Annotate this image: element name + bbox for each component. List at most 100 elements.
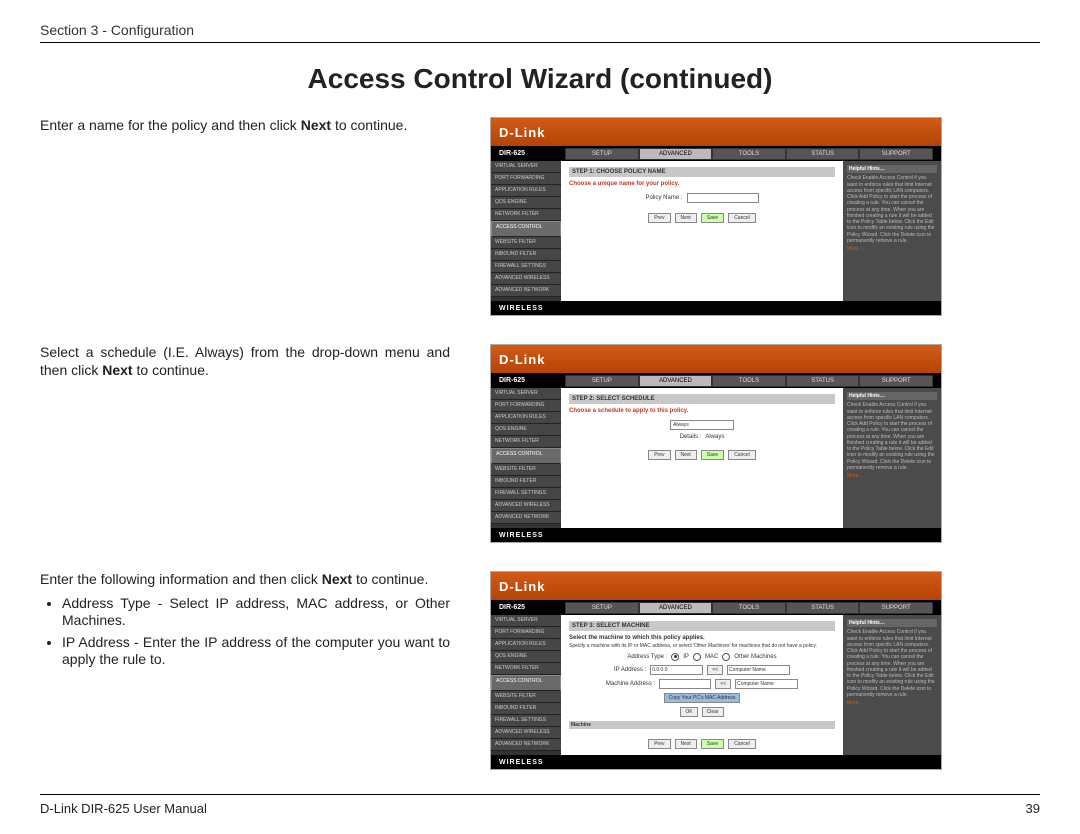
side-nav: VIRTUAL SERVER PORT FORWARDING APPLICATI… bbox=[491, 161, 561, 301]
nav-website-filter[interactable]: WEBSITE FILTER bbox=[491, 464, 561, 476]
step1-intro-before: Enter a name for the policy and then cli… bbox=[40, 117, 301, 133]
save-button[interactable]: Save bbox=[701, 450, 724, 460]
prev-button[interactable]: Prev bbox=[648, 739, 670, 749]
nav-virtual-server[interactable]: VIRTUAL SERVER bbox=[491, 615, 561, 627]
schedule-select[interactable]: Always bbox=[670, 420, 734, 430]
next-button[interactable]: Next bbox=[675, 450, 697, 460]
tab-status[interactable]: STATUS bbox=[786, 375, 860, 387]
nav-firewall-settings[interactable]: FIREWALL SETTINGS bbox=[491, 715, 561, 727]
ok-button[interactable]: OK bbox=[680, 707, 697, 717]
nav-tabs: SETUP ADVANCED TOOLS STATUS SUPPORT bbox=[565, 602, 933, 614]
nav-network-filter[interactable]: NETWORK FILTER bbox=[491, 663, 561, 675]
nav-advanced-network[interactable]: ADVANCED NETWORK bbox=[491, 512, 561, 524]
nav-port-forwarding[interactable]: PORT FORWARDING bbox=[491, 627, 561, 639]
tab-advanced[interactable]: ADVANCED bbox=[639, 148, 713, 160]
step1-text: Enter a name for the policy and then cli… bbox=[40, 117, 450, 135]
hints-text: Check Enable Access Control if you want … bbox=[847, 175, 937, 244]
nav-firewall-settings[interactable]: FIREWALL SETTINGS bbox=[491, 488, 561, 500]
model-row: DIR-625 SETUP ADVANCED TOOLS STATUS SUPP… bbox=[491, 600, 941, 615]
nav-advanced-wireless[interactable]: ADVANCED WIRELESS bbox=[491, 727, 561, 739]
next-button[interactable]: Next bbox=[675, 739, 697, 749]
ip-copy-button[interactable]: << bbox=[707, 665, 723, 675]
product-label: DIR-625 bbox=[499, 604, 525, 611]
step-bar: STEP 3: SELECT MACHINE bbox=[569, 621, 835, 631]
tab-tools[interactable]: TOOLS bbox=[712, 375, 786, 387]
hints-text: Check Enable Access Control if you want … bbox=[847, 629, 937, 698]
screenshot-step1: D-Link DIR-625 SETUP ADVANCED TOOLS STAT… bbox=[490, 117, 942, 316]
nav-port-forwarding[interactable]: PORT FORWARDING bbox=[491, 400, 561, 412]
mac-address-input[interactable] bbox=[659, 679, 711, 689]
tab-tools[interactable]: TOOLS bbox=[712, 602, 786, 614]
nav-virtual-server[interactable]: VIRTUAL SERVER bbox=[491, 161, 561, 173]
clone-mac-button[interactable]: Copy Your PC's MAC Address bbox=[664, 693, 741, 703]
nav-qos-engine[interactable]: QOS ENGINE bbox=[491, 651, 561, 663]
nav-qos-engine[interactable]: QOS ENGINE bbox=[491, 197, 561, 209]
prev-button[interactable]: Prev bbox=[648, 213, 670, 223]
step-instruction: Choose a schedule to apply to this polic… bbox=[569, 408, 835, 414]
nav-access-control[interactable]: ACCESS CONTROL bbox=[491, 448, 561, 464]
nav-application-rules[interactable]: APPLICATION RULES bbox=[491, 639, 561, 651]
tab-support[interactable]: SUPPORT bbox=[859, 375, 933, 387]
nav-firewall-settings[interactable]: FIREWALL SETTINGS bbox=[491, 261, 561, 273]
nav-inbound-filter[interactable]: INBOUND FILTER bbox=[491, 476, 561, 488]
nav-advanced-wireless[interactable]: ADVANCED WIRELESS bbox=[491, 273, 561, 285]
nav-qos-engine[interactable]: QOS ENGINE bbox=[491, 424, 561, 436]
bullet-ip-address: IP Address - Enter the IP address of the… bbox=[62, 634, 450, 669]
tab-support[interactable]: SUPPORT bbox=[859, 148, 933, 160]
nav-application-rules[interactable]: APPLICATION RULES bbox=[491, 185, 561, 197]
hints-panel: Helpful Hints… Check Enable Access Contr… bbox=[843, 388, 941, 528]
tab-advanced[interactable]: ADVANCED bbox=[639, 602, 713, 614]
nav-application-rules[interactable]: APPLICATION RULES bbox=[491, 412, 561, 424]
mac-copy-button[interactable]: << bbox=[715, 679, 731, 689]
nav-network-filter[interactable]: NETWORK FILTER bbox=[491, 209, 561, 221]
step3-instruction: Specify a machine with its IP or MAC add… bbox=[569, 643, 835, 649]
nav-advanced-network[interactable]: ADVANCED NETWORK bbox=[491, 739, 561, 751]
page-header-section: Section 3 - Configuration bbox=[40, 22, 1040, 38]
tab-advanced[interactable]: ADVANCED bbox=[639, 375, 713, 387]
nav-port-forwarding[interactable]: PORT FORWARDING bbox=[491, 173, 561, 185]
radio-ip[interactable] bbox=[671, 653, 679, 661]
tab-status[interactable]: STATUS bbox=[786, 148, 860, 160]
hints-more[interactable]: More… bbox=[847, 246, 937, 252]
ip-address-input[interactable]: 0.0.0.0 bbox=[650, 665, 703, 675]
model-row: DIR-625 SETUP ADVANCED TOOLS STATUS SUPP… bbox=[491, 373, 941, 388]
ip-computer-select[interactable]: Computer Name bbox=[727, 665, 790, 675]
clear-button[interactable]: Clear bbox=[702, 707, 724, 717]
shot-footer-text: WIRELESS bbox=[499, 759, 544, 766]
mac-computer-select[interactable]: Computer Name bbox=[735, 679, 798, 689]
step2-text: Select a schedule (I.E. Always) from the… bbox=[40, 344, 450, 379]
hints-more[interactable]: More… bbox=[847, 700, 937, 706]
hints-more[interactable]: More… bbox=[847, 473, 937, 479]
nav-inbound-filter[interactable]: INBOUND FILTER bbox=[491, 249, 561, 261]
tab-setup[interactable]: SETUP bbox=[565, 148, 639, 160]
nav-access-control[interactable]: ACCESS CONTROL bbox=[491, 221, 561, 237]
nav-website-filter[interactable]: WEBSITE FILTER bbox=[491, 691, 561, 703]
cancel-button[interactable]: Cancel bbox=[728, 213, 756, 223]
nav-website-filter[interactable]: WEBSITE FILTER bbox=[491, 237, 561, 249]
cancel-button[interactable]: Cancel bbox=[728, 450, 756, 460]
nav-tabs: SETUP ADVANCED TOOLS STATUS SUPPORT bbox=[565, 375, 933, 387]
nav-access-control[interactable]: ACCESS CONTROL bbox=[491, 675, 561, 691]
step-bar: STEP 1: CHOOSE POLICY NAME bbox=[569, 167, 835, 177]
prev-button[interactable]: Prev bbox=[648, 450, 670, 460]
step3-text: Enter the following information and then… bbox=[40, 571, 450, 673]
save-button[interactable]: Save bbox=[701, 739, 724, 749]
nav-inbound-filter[interactable]: INBOUND FILTER bbox=[491, 703, 561, 715]
cancel-button[interactable]: Cancel bbox=[728, 739, 756, 749]
tab-setup[interactable]: SETUP bbox=[565, 602, 639, 614]
save-button[interactable]: Save bbox=[701, 213, 724, 223]
tab-status[interactable]: STATUS bbox=[786, 602, 860, 614]
hints-panel: Helpful Hints… Check Enable Access Contr… bbox=[843, 161, 941, 301]
radio-mac[interactable] bbox=[693, 653, 701, 661]
nav-virtual-server[interactable]: VIRTUAL SERVER bbox=[491, 388, 561, 400]
radio-other[interactable] bbox=[722, 653, 730, 661]
policy-name-input[interactable] bbox=[687, 193, 759, 203]
nav-advanced-wireless[interactable]: ADVANCED WIRELESS bbox=[491, 500, 561, 512]
nav-advanced-network[interactable]: ADVANCED NETWORK bbox=[491, 285, 561, 297]
next-button[interactable]: Next bbox=[675, 213, 697, 223]
screenshot-step2: D-Link DIR-625 SETUP ADVANCED TOOLS STAT… bbox=[490, 344, 942, 543]
tab-support[interactable]: SUPPORT bbox=[859, 602, 933, 614]
tab-tools[interactable]: TOOLS bbox=[712, 148, 786, 160]
nav-network-filter[interactable]: NETWORK FILTER bbox=[491, 436, 561, 448]
tab-setup[interactable]: SETUP bbox=[565, 375, 639, 387]
